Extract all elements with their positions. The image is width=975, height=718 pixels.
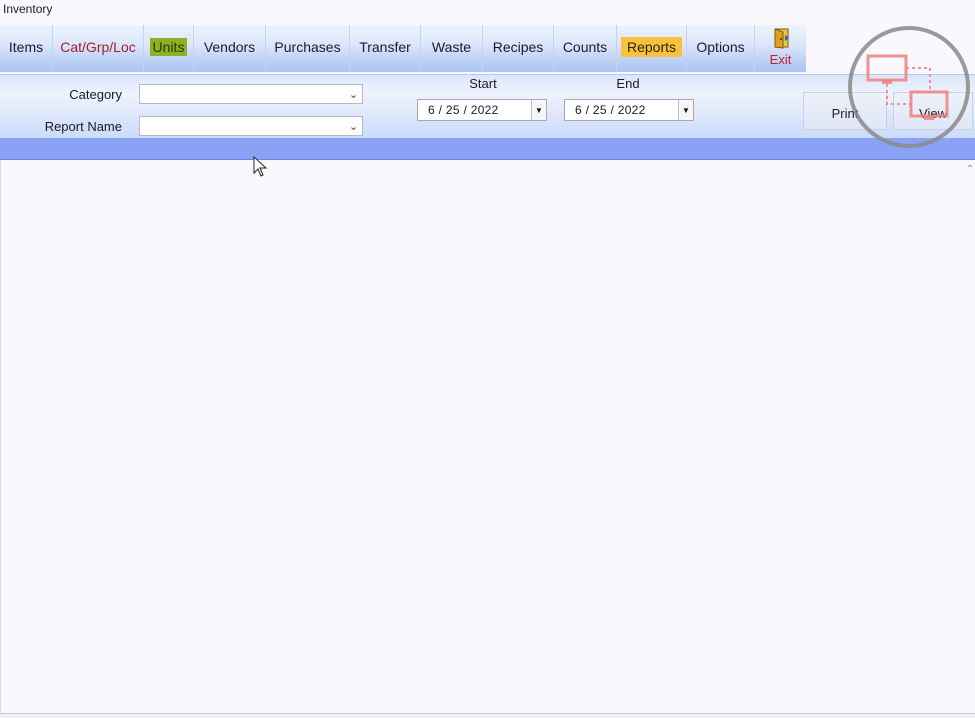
tab-label: Waste [431,39,472,55]
tab-label: Transfer [359,39,411,55]
window-titlebar: Inventory [0,0,975,24]
mouse-cursor-icon [253,156,268,177]
tab-label: Options [696,39,745,55]
dropdown-arrow-icon[interactable]: ▼ [678,100,693,120]
tab-reports[interactable]: Reports [617,25,687,72]
tab-options[interactable]: Options [687,25,755,72]
report-name-combobox[interactable]: ⌄ [139,116,363,136]
tab-label: Cat/Grp/Loc [60,39,136,55]
tab-label: Items [8,39,44,55]
category-label: Category [69,87,122,102]
dropdown-arrow-icon[interactable]: ▼ [531,100,546,120]
scroll-up-icon[interactable]: ⌃ [966,164,974,175]
chevron-down-icon[interactable]: ⌄ [344,85,362,103]
start-date-value: 6 / 25 / 2022 [428,103,499,117]
tab-label: Purchases [274,39,341,55]
tab-label: Counts [562,39,608,55]
tab-units[interactable]: Units [144,25,194,72]
tab-items[interactable]: Items [0,25,53,72]
tab-vendors[interactable]: Vendors [194,25,266,72]
tab-counts[interactable]: Counts [554,25,617,72]
category-combobox[interactable]: ⌄ [139,84,363,104]
tab-transfer[interactable]: Transfer [350,25,421,72]
main-tab-bar: Items Cat/Grp/Loc Units Vendors Purchase… [0,25,806,72]
tab-label: Units [149,38,188,56]
start-date-label: Start [469,76,497,91]
bottom-status-strip [0,713,975,718]
tab-recipes[interactable]: Recipes [483,25,554,72]
report-header-bar [0,138,975,160]
exit-label: Exit [769,52,792,67]
tab-purchases[interactable]: Purchases [266,25,350,72]
exit-button[interactable]: Exit [755,25,806,72]
report-viewer-area[interactable]: ⌃ [0,160,975,715]
end-date-label: End [616,76,640,91]
report-filter-toolbar: Category ⌄ Report Name ⌄ Start 6 / 25 / … [0,74,975,139]
remote-desktop-overlay-icon [848,26,970,148]
window-title: Inventory [3,2,53,16]
chevron-down-icon[interactable]: ⌄ [344,117,362,135]
tab-label: Reports [620,37,683,57]
tab-label: Recipes [492,39,544,55]
tab-label: Vendors [203,39,256,55]
start-date-picker[interactable]: 6 / 25 / 2022 ▼ [417,99,547,121]
end-date-picker[interactable]: 6 / 25 / 2022 ▼ [564,99,694,121]
report-name-label: Report Name [44,119,122,134]
tab-waste[interactable]: Waste [421,25,483,72]
exit-door-icon [774,28,789,49]
end-date-value: 6 / 25 / 2022 [575,103,646,117]
tab-cat-grp-loc[interactable]: Cat/Grp/Loc [53,25,144,72]
